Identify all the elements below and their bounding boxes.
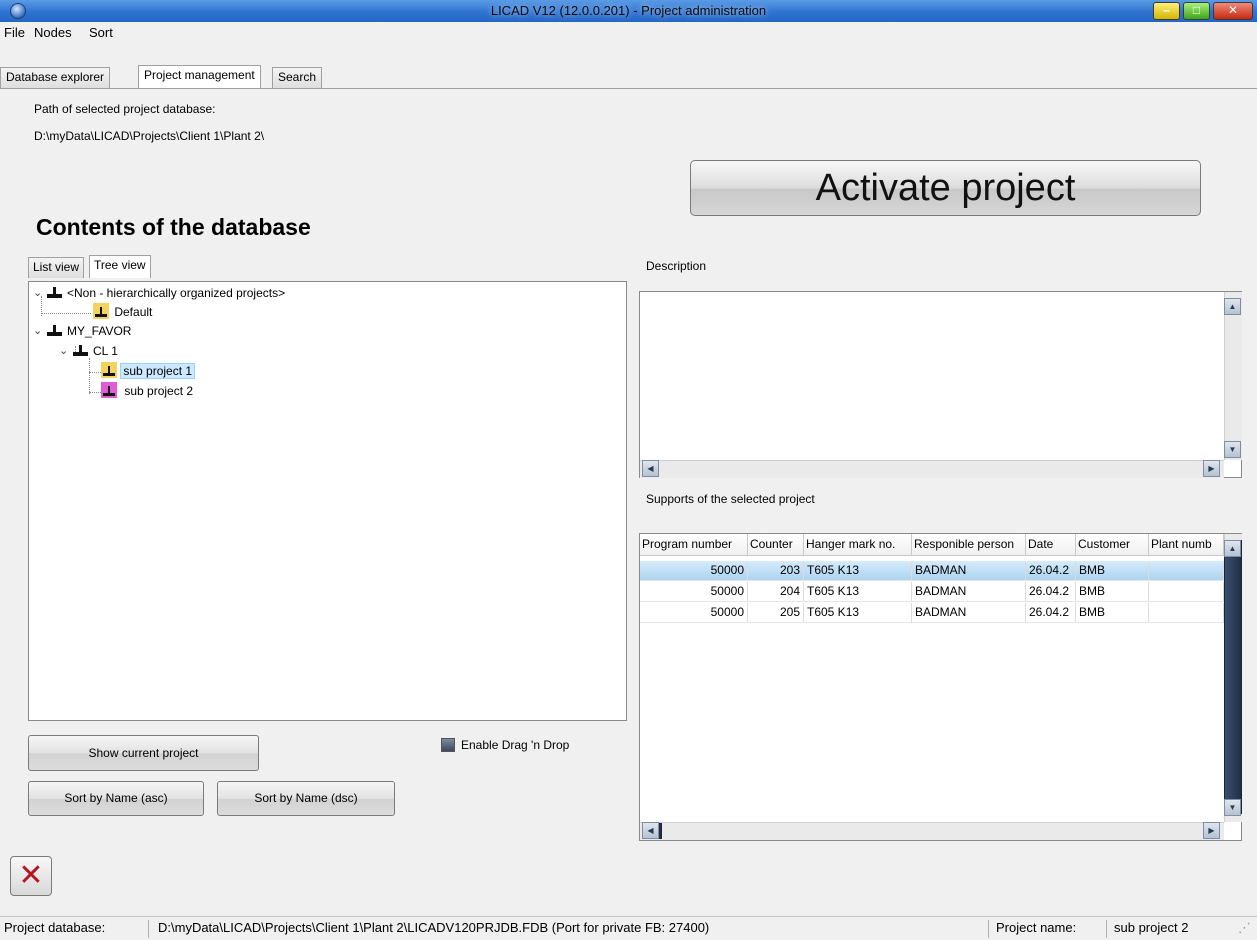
chevron-down-icon[interactable]: ⌄ [59,342,68,360]
sort-dsc-button[interactable]: Sort by Name (dsc) [217,781,395,816]
cell-hanger-mark: T605 K13 [804,561,912,581]
tree-label: CL 1 [93,344,118,358]
contents-title: Contents of the database [36,214,311,240]
activate-project-button[interactable]: Activate project [690,160,1201,216]
status-bar: Project database: D:\myData\LICAD\Projec… [0,916,1257,940]
path-label: Path of selected project database: [34,102,216,116]
status-db-label: Project database: [4,920,106,935]
tab-database-explorer[interactable]: Database explorer [0,67,111,88]
description-hscroll[interactable] [640,460,1224,478]
col-customer[interactable]: Customer [1076,534,1149,556]
project-icon [93,303,109,319]
col-hanger-mark[interactable]: Hanger mark no. [804,534,912,556]
show-current-project-button[interactable]: Show current project [28,735,259,771]
scroll-right-icon[interactable]: ▶ [1203,460,1220,477]
cell-customer: BMB [1076,561,1149,581]
window-title: LICAD V12 (12.0.0.201) - Project adminis… [490,3,767,18]
description-label: Description [646,259,707,273]
cell-date: 26.04.2 [1026,561,1076,581]
cell-hanger-mark: T605 K13 [804,603,912,623]
supports-hscroll[interactable] [640,822,1224,840]
cell-plant-number [1149,561,1224,581]
maximize-button[interactable]: □ [1183,2,1210,20]
col-program-number[interactable]: Program number [640,534,748,556]
sort-asc-button[interactable]: Sort by Name (asc) [28,781,204,816]
tab-search[interactable]: Search [272,67,323,88]
tree-node-default[interactable]: Default [93,303,152,321]
col-date[interactable]: Date [1026,534,1076,556]
tree-label: <Non - hierarchically organized projects… [67,286,286,300]
status-db-value: D:\myData\LICAD\Projects\Client 1\Plant … [158,920,710,935]
tree-node-sub-project-1[interactable]: sub project 1 [101,362,196,380]
menu-sort[interactable]: Sort [89,25,113,40]
enable-drag-drop-checkbox[interactable] [441,738,455,752]
col-plant-number[interactable]: Plant numb [1149,534,1224,556]
plant-icon [47,284,62,302]
cell-counter: 203 [748,561,804,581]
tree-label: MY_FAVOR [67,324,132,338]
plant-icon [73,342,88,360]
cell-program-number: 50000 [640,561,748,581]
cell-responsible-person: BADMAN [912,603,1026,623]
project-icon [101,382,117,398]
tree-label: sub project 2 [124,384,194,398]
cell-counter: 204 [748,582,804,602]
status-name-label: Project name: [996,920,1077,935]
cell-counter: 205 [748,603,804,623]
chevron-down-icon[interactable]: ⌄ [33,284,42,302]
resize-grip-icon[interactable]: ⋰ [1238,917,1251,939]
path-value: D:\myData\LICAD\Projects\Client 1\Plant … [34,129,265,143]
scroll-down-icon[interactable]: ▼ [1224,441,1241,458]
tree-node-sub-project-2[interactable]: sub project 2 [101,382,193,400]
cell-date: 26.04.2 [1026,603,1076,623]
menu-nodes[interactable]: Nodes [34,25,72,40]
app-icon[interactable] [10,3,26,19]
cell-plant-number [1149,582,1224,602]
table-row[interactable]: 50000 204 T605 K13 BADMAN 26.04.2 BMB [640,582,1224,602]
tab-tree-view[interactable]: Tree view [89,255,151,278]
cell-responsible-person: BADMAN [912,582,1026,602]
cell-plant-number [1149,603,1224,623]
status-name-value: sub project 2 [1114,920,1189,935]
tab-list-view[interactable]: List view [28,257,85,278]
cell-hanger-mark: T605 K13 [804,582,912,602]
supports-table[interactable]: Program number Counter Hanger mark no. R… [639,533,1242,841]
minimize-button[interactable]: – [1153,2,1180,20]
scroll-thumb[interactable] [1224,540,1242,814]
description-textbox[interactable]: ▲ ▼ ◀ ▶ [639,291,1242,478]
scroll-left-icon[interactable]: ◀ [642,460,659,477]
title-bar: LICAD V12 (12.0.0.201) - Project adminis… [0,0,1257,22]
project-tree[interactable]: ⌄ <Non - hierarchically organized projec… [28,281,627,721]
cell-responsible-person: BADMAN [912,561,1026,581]
chevron-down-icon[interactable]: ⌄ [33,322,42,340]
description-vscroll[interactable] [1224,292,1242,460]
tab-project-management[interactable]: Project management [138,65,261,88]
cell-customer: BMB [1076,582,1149,602]
table-row[interactable]: 50000 203 T605 K13 BADMAN 26.04.2 BMB [640,561,1224,581]
cell-program-number: 50000 [640,582,748,602]
scroll-left-icon[interactable]: ◀ [642,822,659,839]
scroll-down-icon[interactable]: ▼ [1224,799,1241,816]
close-window-button[interactable]: ✕ [1213,2,1253,20]
supports-label: Supports of the selected project [646,492,815,506]
cell-date: 26.04.2 [1026,582,1076,602]
table-row[interactable]: 50000 205 T605 K13 BADMAN 26.04.2 BMB [640,603,1224,623]
scroll-up-icon[interactable]: ▲ [1224,540,1241,557]
menu-bar: File Nodes Sort [0,22,1257,42]
close-icon[interactable]: ✕ [10,856,52,896]
col-responsible-person[interactable]: Responible person [912,534,1026,556]
plant-icon [47,322,62,340]
scroll-up-icon[interactable]: ▲ [1224,298,1241,315]
cell-program-number: 50000 [640,603,748,623]
tree-label: sub project 1 [120,363,196,379]
col-counter[interactable]: Counter [748,534,804,556]
menu-file[interactable]: File [4,25,25,40]
enable-drag-drop-label: Enable Drag 'n Drop [461,738,570,752]
project-icon [101,362,117,378]
scroll-right-icon[interactable]: ▶ [1203,822,1220,839]
tree-label: Default [114,305,153,319]
cell-customer: BMB [1076,603,1149,623]
